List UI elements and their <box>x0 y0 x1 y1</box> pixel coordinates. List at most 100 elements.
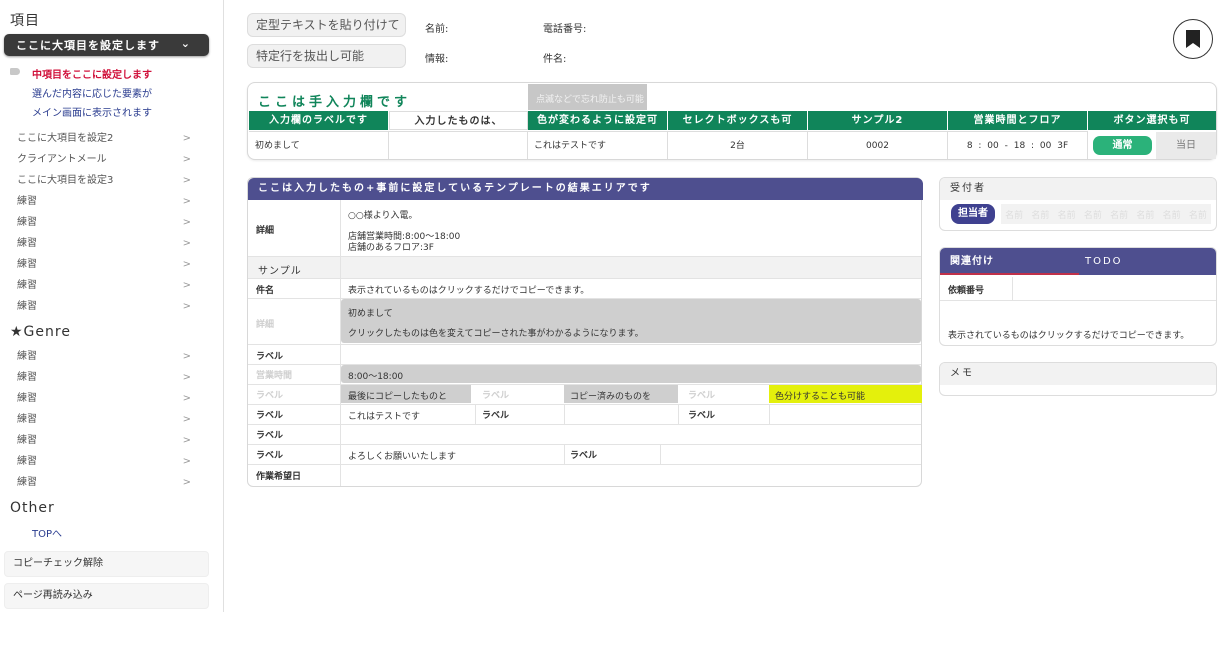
chevron-right-icon: > <box>182 196 191 207</box>
label-row <box>248 344 921 364</box>
greeting-input[interactable]: 初めまして <box>249 131 389 159</box>
hours-value[interactable]: 8:00〜18:00 <box>348 369 403 382</box>
detail-line[interactable]: ○○様より入電。 <box>348 208 418 221</box>
blink-note: 点滅などで忘れ防止も可能 <box>528 84 647 110</box>
thanks-value[interactable]: よろしくお願いいたします <box>348 449 456 462</box>
top-link[interactable]: TOPへ <box>32 525 62 540</box>
tab-related[interactable]: 関連付け <box>940 248 1079 275</box>
genre-item-label: 練習 <box>17 414 37 425</box>
quantity-select[interactable]: 2台 <box>668 131 808 159</box>
sidebar-item[interactable]: 練習 > <box>17 236 191 252</box>
divider <box>564 404 565 424</box>
subitem[interactable]: 選んだ内容に応じた要素が <box>32 85 152 100</box>
tab-todo[interactable]: TODO <box>1079 248 1216 275</box>
divider <box>678 404 679 424</box>
staff-name[interactable]: 名前 <box>1189 208 1207 221</box>
hours-floor-input[interactable]: 8 : 00 - 18 : 00 3F <box>948 131 1088 159</box>
genre-item-label: 練習 <box>17 477 37 488</box>
sidebar-item[interactable]: 練習 > <box>17 278 191 294</box>
input-col-header: セレクトボックスも可 <box>668 111 808 130</box>
paste-template-button[interactable]: 定型テキストを貼り付けて <box>247 13 406 37</box>
work-date-row <box>248 464 921 486</box>
main-category-label: ここに大項目を設定します <box>16 39 160 52</box>
app: 項目 ここに大項目を設定します ⌄ 中項目をここに設定します 選んだ内容に応じた… <box>0 0 1220 656</box>
subject-label: 件名: <box>543 54 567 65</box>
last-copied-value[interactable]: 最後にコピーしたものと <box>348 389 447 402</box>
sidebar-item-label: ここに大項目を設定3 <box>17 175 114 186</box>
genre-item[interactable]: 練習 > <box>17 454 191 470</box>
staff-name[interactable]: 名前 <box>1058 208 1076 221</box>
extract-line-button[interactable]: 特定行を抜出し可能 <box>247 44 406 68</box>
genre-item[interactable]: 練習 > <box>17 391 191 407</box>
sidebar-item-label: 練習 <box>17 280 37 291</box>
detail2-label: 詳細 <box>256 320 275 330</box>
sidebar-heading-genre: ★Genre <box>10 324 71 340</box>
hours-copied-box[interactable] <box>341 365 921 383</box>
detail-label: 詳細 <box>256 226 275 236</box>
sidebar-item[interactable]: クライアントメール > <box>17 152 191 168</box>
sidebar-item[interactable]: 練習 > <box>17 194 191 210</box>
sidebar-item[interactable]: 練習 > <box>17 299 191 315</box>
genre-item[interactable]: 練習 > <box>17 370 191 386</box>
same-day-button[interactable]: 当日 <box>1156 132 1216 159</box>
related-panel: 関連付け TODO 依頼番号 表示されているものはクリックするだけでコピーできま… <box>939 247 1217 346</box>
detail-line[interactable]: 店舗のあるフロア:3F <box>348 240 434 253</box>
genre-item-label: 練習 <box>17 393 37 404</box>
label: ラベル <box>482 391 510 401</box>
genre-item[interactable]: 練習 > <box>17 412 191 428</box>
copied-value[interactable]: コピー済みのものを <box>570 389 651 402</box>
staff-name[interactable]: 名前 <box>1031 208 1049 221</box>
subitem[interactable]: メイン画面に表示されます <box>32 104 152 119</box>
sidebar-item[interactable]: ここに大項目を設定3 > <box>17 173 191 189</box>
staff-name[interactable]: 名前 <box>1084 208 1102 221</box>
main-category-button[interactable]: ここに大項目を設定します ⌄ <box>4 34 209 56</box>
bookmark-button[interactable] <box>1173 19 1213 59</box>
input-col-header: 入力したものは、 <box>389 111 528 130</box>
staff-name[interactable]: 名前 <box>1163 208 1181 221</box>
tag-icon <box>10 68 20 75</box>
input-panel-title: ここは手入力欄です <box>258 95 412 110</box>
genre-item[interactable]: 練習 > <box>17 349 191 365</box>
test-value[interactable]: これはテストです <box>348 409 420 422</box>
genre-item[interactable]: 練習 > <box>17 475 191 491</box>
reload-page-button[interactable]: ページ再読み込み <box>4 583 209 609</box>
divider <box>340 256 341 486</box>
sample-section-label: サンプル <box>258 266 302 277</box>
memo-panel: メモ <box>939 362 1217 396</box>
normal-status-button[interactable]: 通常 <box>1093 136 1152 155</box>
detail2-line[interactable]: クリックしたものは色を変えてコピーされた事がわかるようになります。 <box>348 326 644 339</box>
label: ラベル <box>256 431 284 441</box>
chevron-right-icon: > <box>182 238 191 249</box>
genre-item-label: 練習 <box>17 351 37 362</box>
staff-name[interactable]: 名前 <box>1005 208 1023 221</box>
sample2-input[interactable]: 0002 <box>808 131 948 159</box>
staff-name[interactable]: 名前 <box>1110 208 1128 221</box>
chevron-down-icon: ⌄ <box>180 37 191 50</box>
subject-value[interactable]: 表示されているものはクリックするだけでコピーできます。 <box>348 283 589 296</box>
color-change-input[interactable] <box>389 131 528 159</box>
staff-button[interactable]: 担当者 <box>951 204 995 224</box>
name-label: 名前: <box>425 24 449 35</box>
chevron-right-icon: > <box>182 154 191 165</box>
sidebar-item-label: 練習 <box>17 217 37 228</box>
test-input[interactable]: これはテストです <box>528 131 668 159</box>
subject-label: 件名 <box>256 286 275 296</box>
sidebar-item-label: 練習 <box>17 301 37 312</box>
detail2-line[interactable]: 初めまして <box>348 306 393 319</box>
work-date-label: 作業希望日 <box>256 472 302 482</box>
sidebar-item[interactable]: 練習 > <box>17 257 191 273</box>
copy-check-reset-button[interactable]: コピーチェック解除 <box>4 551 209 577</box>
sidebar-item[interactable]: ここに大項目を設定2 > <box>17 131 191 147</box>
chevron-right-icon: > <box>182 456 191 467</box>
input-col-header: 営業時間とフロア <box>948 111 1088 130</box>
chevron-right-icon: > <box>182 280 191 291</box>
info-label: 情報: <box>425 54 449 65</box>
genre-item[interactable]: 練習 > <box>17 433 191 449</box>
sidebar-item[interactable]: 練習 > <box>17 215 191 231</box>
subitem-active[interactable]: 中項目をここに設定します <box>32 66 152 81</box>
color-coding-value[interactable]: 色分けすることも可能 <box>775 389 865 402</box>
staff-names: 名前 名前 名前 名前 名前 名前 名前 名前 <box>1001 204 1211 224</box>
label: ラベル <box>570 451 598 461</box>
staff-name[interactable]: 名前 <box>1136 208 1154 221</box>
chevron-right-icon: > <box>182 351 191 362</box>
